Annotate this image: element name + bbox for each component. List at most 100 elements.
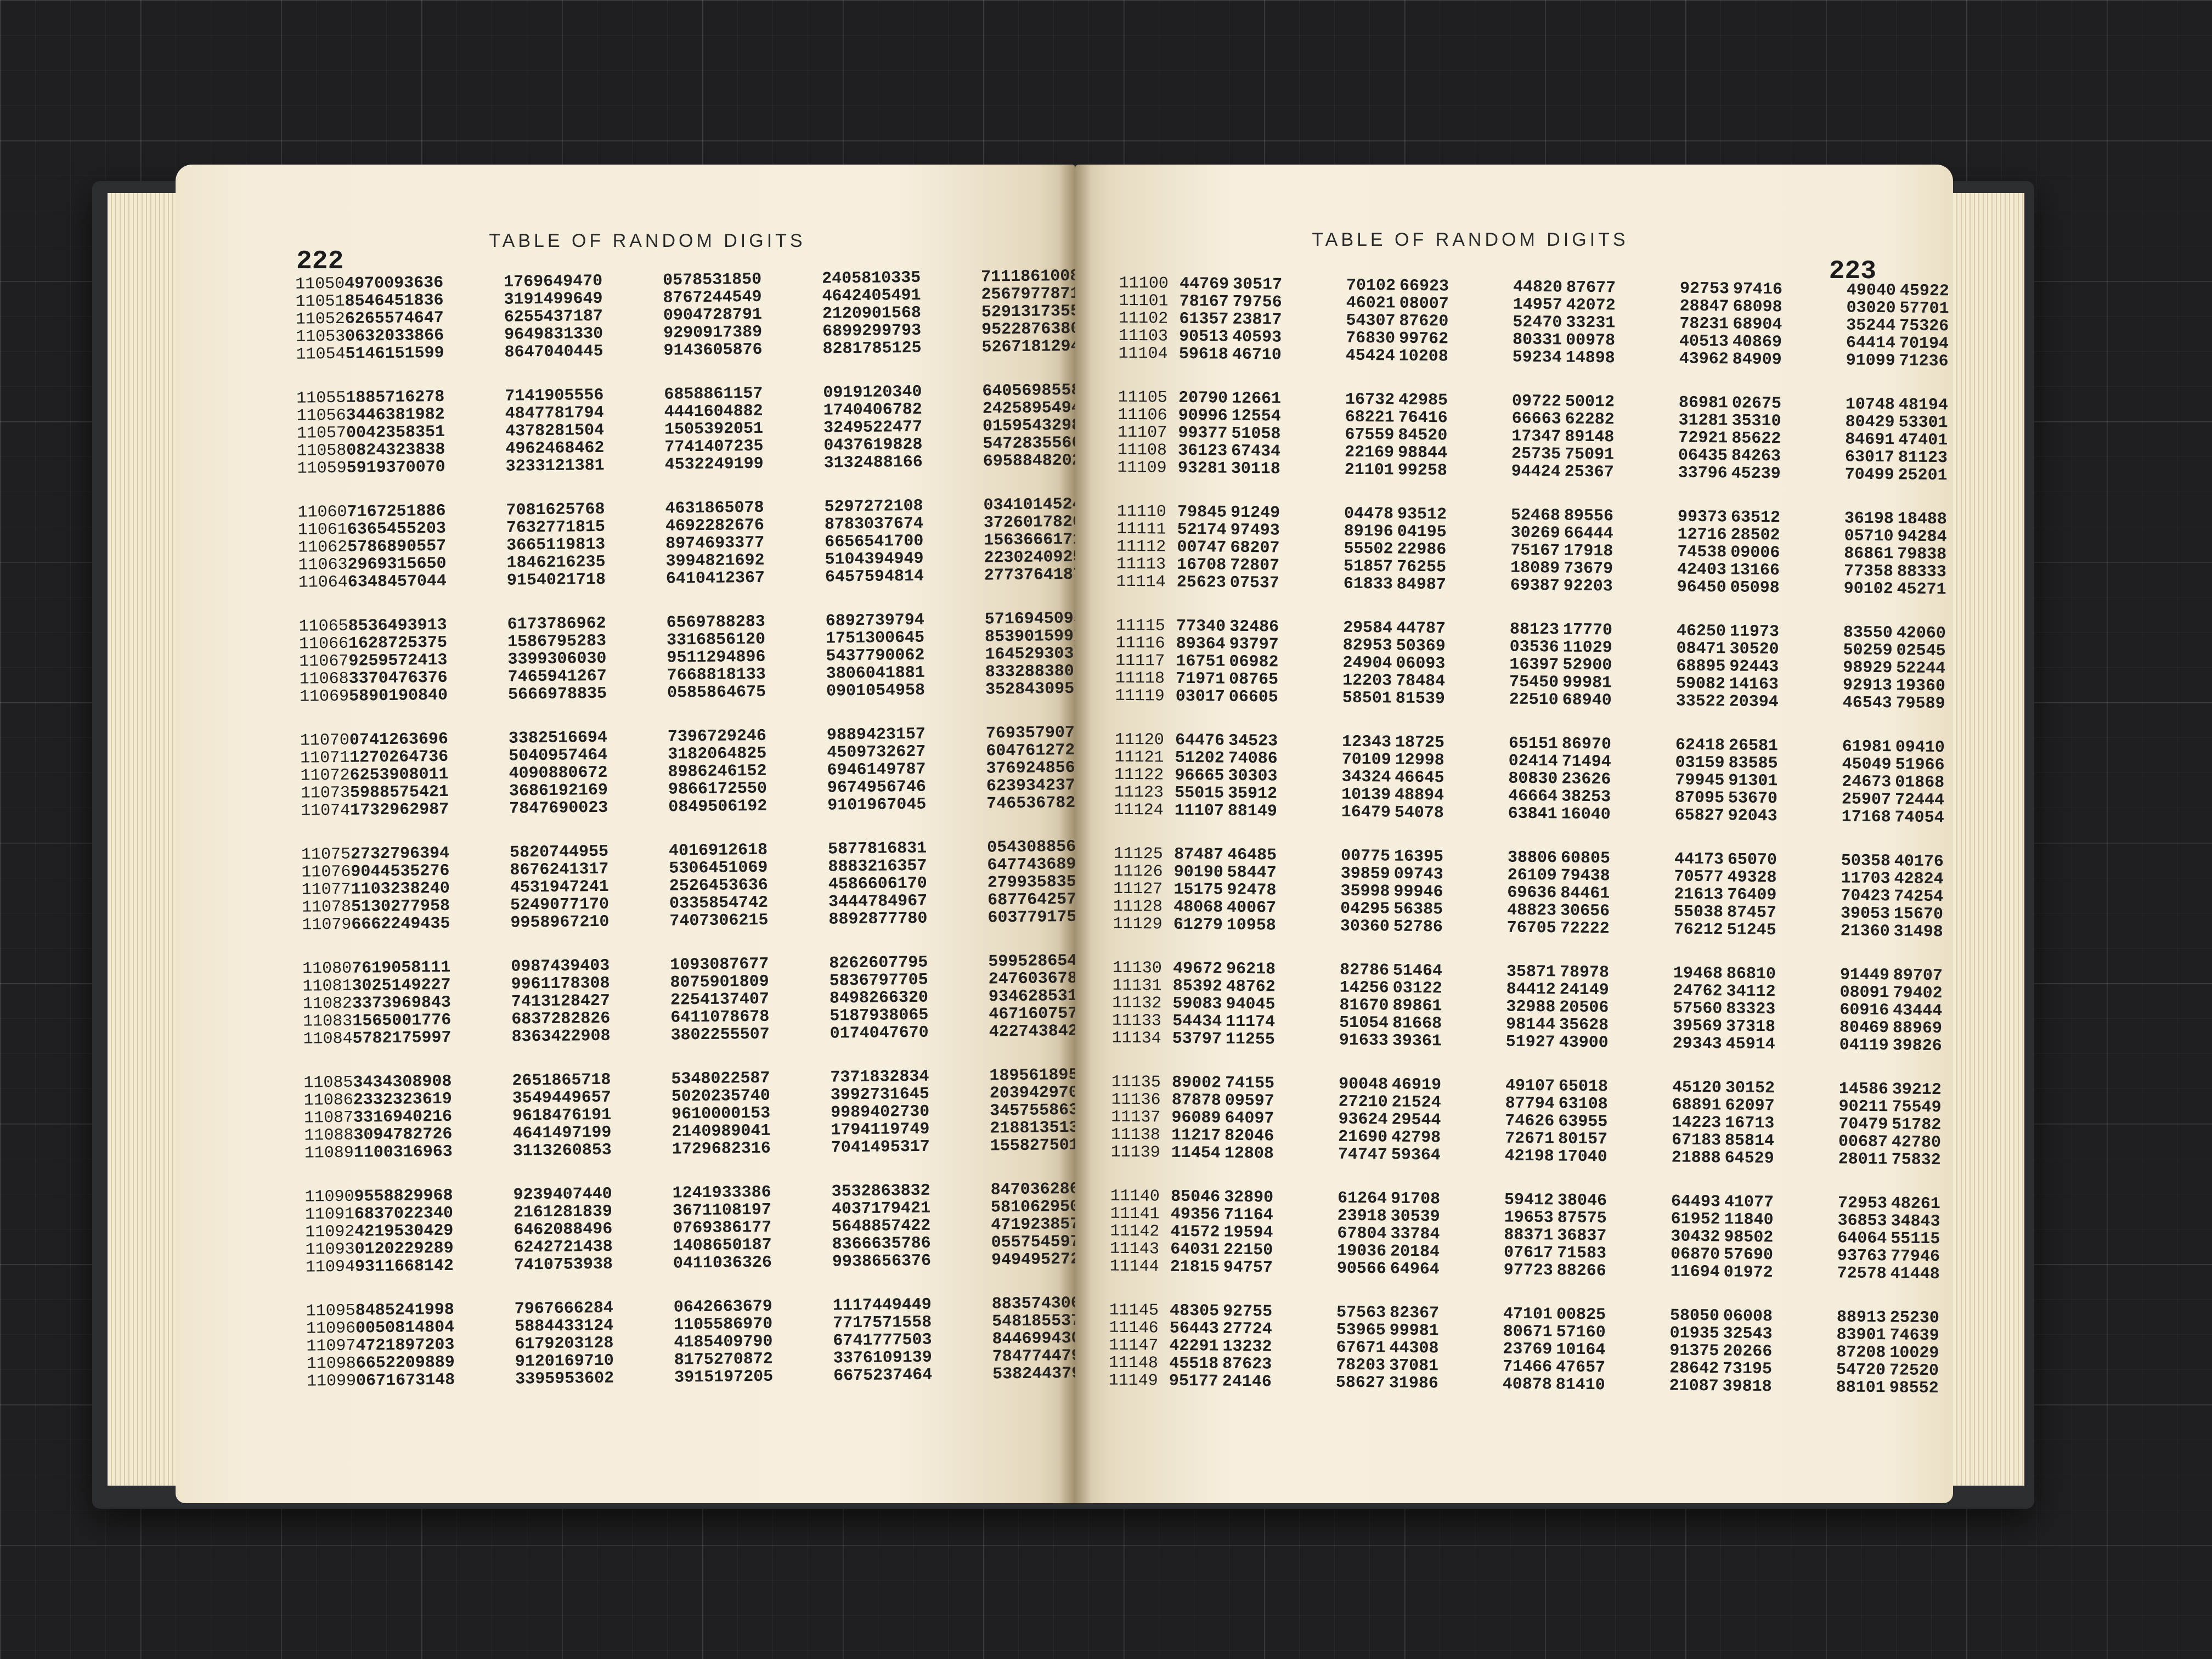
digit-group: 49040 xyxy=(1846,281,1897,301)
digit-group: 45424 xyxy=(1345,346,1395,366)
digit-group: 91375 xyxy=(1669,1341,1719,1361)
digit-group: 51054 xyxy=(1339,1013,1389,1033)
line-number: 11101 xyxy=(1119,291,1169,311)
digit-group: 41448 xyxy=(1890,1265,1940,1284)
digit-group: 51966 xyxy=(1895,755,1945,775)
digit-group: 92478 xyxy=(1227,881,1277,900)
digit-group: 12716 xyxy=(1677,525,1727,545)
line-number: 11143 xyxy=(1109,1239,1160,1259)
digit-group: 26109 xyxy=(1507,866,1557,885)
digit-group: 67417 xyxy=(833,1331,883,1351)
line-number: 11148 xyxy=(1108,1353,1159,1373)
digit-group: 11694 xyxy=(1670,1262,1720,1282)
digit-group: 64476 xyxy=(1175,731,1225,751)
digit-group: 78835 xyxy=(557,684,607,704)
digit-group: 68588 xyxy=(664,385,714,404)
digit-group: 15582 xyxy=(990,1136,1040,1156)
digit-group: 52671 xyxy=(981,337,1031,357)
digit-group: 25230 xyxy=(1889,1308,1940,1328)
digit-group: 79421 xyxy=(881,1199,931,1218)
digit-group: 84263 xyxy=(1731,447,1781,466)
digit-group: 19653 xyxy=(1504,1208,1554,1228)
digit-group: 64056 xyxy=(982,381,1032,401)
digit-group: 28847 xyxy=(1679,297,1729,317)
digit-group: 31820 xyxy=(668,744,718,764)
digit-group: 19594 xyxy=(1223,1223,1273,1243)
line-number: 11081 xyxy=(302,977,352,996)
digit-group: 07537 xyxy=(1229,573,1279,593)
digit-group: 34523 xyxy=(1228,731,1278,751)
digit-block: 11120 64476 34523 12343 18725 65151 86970 62418… xyxy=(1114,731,1948,828)
digit-group: 12998 xyxy=(1395,751,1444,770)
line-number: 11078 xyxy=(301,898,352,917)
line-number: 11124 xyxy=(1114,800,1164,820)
digit-group: 90996 xyxy=(1178,406,1228,426)
digit-group: 76190 xyxy=(352,958,402,978)
digit-group: 84967 xyxy=(877,891,928,911)
digit-group: 20340 xyxy=(872,382,922,402)
digit-group: 16713 xyxy=(1725,1114,1775,1133)
digit-group: 70872 xyxy=(723,1350,774,1369)
digit-group: 22169 xyxy=(1344,443,1395,462)
digit-group: 69710 xyxy=(564,1351,614,1371)
digit-group: 50259 xyxy=(1843,641,1893,661)
digit-group: 44820 xyxy=(1513,278,1563,297)
digit-group: 64736 xyxy=(399,747,449,767)
digit-group: 05785 xyxy=(663,270,713,290)
digit-group: 19749 xyxy=(880,1120,930,1139)
digit-group: 66320 xyxy=(878,988,929,1008)
digit-group: 35284 xyxy=(985,680,1035,699)
digit-group: 76416 xyxy=(1398,408,1448,428)
digit-group: 40371 xyxy=(831,1199,882,1219)
digit-group: 45914 xyxy=(1725,1035,1775,1054)
digit-group: 34324 xyxy=(1341,768,1391,787)
digit-group: 71815 xyxy=(555,517,606,537)
digit-group: 93797 xyxy=(1229,635,1279,654)
digit-group: 23619 xyxy=(402,1090,452,1109)
digit-group: 03017 xyxy=(1175,687,1225,707)
digit-group: 77414 xyxy=(664,437,714,457)
digit-group: 68207 xyxy=(1230,538,1280,558)
digit-group: 48305 xyxy=(1169,1301,1220,1321)
digit-group: 87623 xyxy=(1222,1355,1272,1374)
digit-group: 04110 xyxy=(673,1254,723,1273)
digit-group: 98929 xyxy=(1843,658,1893,678)
digit-group: 08243 xyxy=(346,441,396,460)
digit-group: 19468 xyxy=(1673,964,1723,984)
digit-group: 92203 xyxy=(1563,577,1613,596)
digit-group: 77170 xyxy=(559,895,610,915)
digit-group: 53824 xyxy=(992,1364,1042,1384)
digit-group: 84520 xyxy=(1398,426,1448,445)
digit-group: 09010 xyxy=(826,681,876,701)
digit-group: 31850 xyxy=(712,270,762,290)
digit-group: 35310 xyxy=(1731,411,1781,431)
digit-group: 25375 xyxy=(397,633,448,653)
digit-group: 62418 xyxy=(1675,736,1725,755)
digit-group: 71419 xyxy=(505,386,555,406)
digit-group: 72444 xyxy=(1894,791,1945,810)
line-number: 11111 xyxy=(1116,520,1166,539)
digit-group: 74659 xyxy=(507,667,557,687)
digit-group: 12618 xyxy=(718,840,768,860)
digit-group: 82367 xyxy=(1389,1304,1440,1323)
digit-group: 10029 xyxy=(1889,1344,1939,1363)
digit-group: 04478 xyxy=(1344,504,1394,524)
digit-group: 76255 xyxy=(1396,557,1447,577)
digit-block: 11140 85046 32890 61264 91708 59412 38046 64493… xyxy=(1109,1187,1944,1284)
digit-group: 87457 xyxy=(1726,903,1777,923)
digit-group: 76327 xyxy=(506,518,556,538)
digit-group: 57169 xyxy=(984,610,1034,629)
digit-group: 03410 xyxy=(983,495,1033,515)
line-number: 11065 xyxy=(298,617,348,636)
digit-group: 72953 xyxy=(1837,1194,1888,1214)
line-number: 11073 xyxy=(300,783,351,803)
line-number: 11061 xyxy=(297,520,348,540)
digit-group: 05575 xyxy=(991,1233,1041,1252)
digit-group: 48477 xyxy=(505,404,555,424)
digit-group: 25768 xyxy=(555,500,605,520)
digit-group: 52468 xyxy=(1510,506,1561,526)
digit-group: 99981 xyxy=(1389,1321,1439,1341)
line-number: 11115 xyxy=(1115,616,1166,636)
digit-group: 72108 xyxy=(873,496,923,516)
digit-group: 91436 xyxy=(663,341,713,360)
